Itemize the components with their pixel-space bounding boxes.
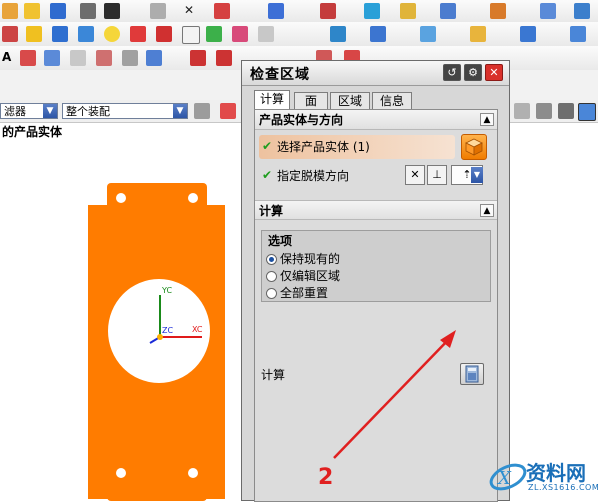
annotation-number: 2: [318, 465, 334, 490]
watermark-glyph: X: [496, 468, 512, 489]
watermark: X 资料网 ZL.XS1616.COM: [488, 455, 598, 501]
annotation-arrow: [333, 330, 456, 459]
watermark-url: ZL.XS1616.COM: [528, 483, 598, 492]
watermark-logo: X: [489, 463, 527, 491]
watermark-brand: 资料网: [526, 461, 586, 485]
annotation-arrow-line: [333, 337, 451, 459]
